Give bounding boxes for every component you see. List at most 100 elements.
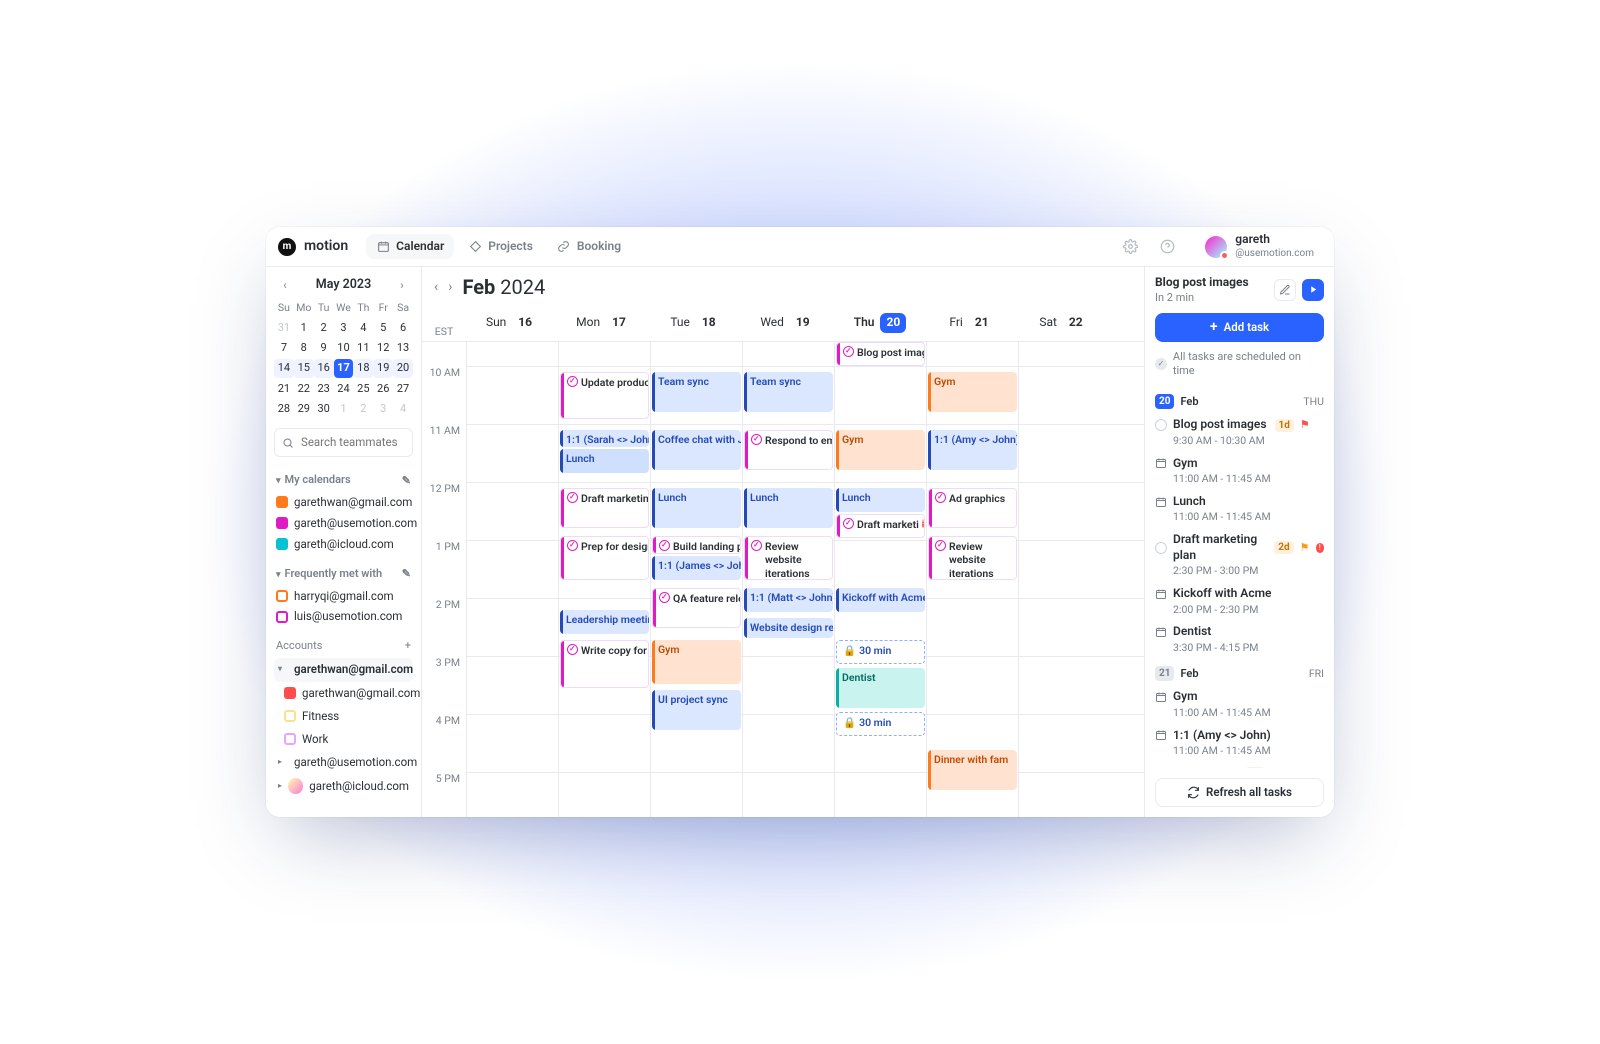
day-column[interactable]: Gym1:1 (Amy <> John)Ad graphicsReview we… [926, 342, 1018, 817]
mini-day[interactable]: 25 [353, 380, 373, 398]
agenda-event[interactable]: Gym11:00 AM - 11:45 AM [1151, 452, 1328, 490]
day-column[interactable]: Team sync Respond to em Lunch Review websit… [742, 342, 834, 817]
calendar-event[interactable]: Gym [652, 640, 741, 684]
mini-day[interactable]: 24 [334, 380, 354, 398]
calendar-event[interactable]: 1:1 (Amy <> John) [928, 430, 1017, 470]
calendar-event[interactable]: Team sync [744, 372, 833, 412]
agenda-event[interactable]: Gym11:00 AM - 11:45 AM [1151, 685, 1328, 723]
calendar-event[interactable]: Leadership meetin [560, 610, 649, 634]
prev-week-button[interactable]: ‹ [434, 278, 438, 296]
agenda-event[interactable]: Dentist3:30 PM - 4:15 PM [1151, 620, 1328, 658]
calendar-event[interactable]: Kickoff with Acme [836, 588, 925, 612]
calendar-event[interactable]: 1:1 (Sarah <> John [560, 430, 649, 447]
frequent-contact-row[interactable]: harryqi@gmail.com [274, 586, 413, 607]
calendar-event[interactable]: Lunch [836, 488, 925, 512]
calendar-event[interactable]: 🔒30 min [836, 640, 925, 664]
refresh-all-tasks-button[interactable]: Refresh all tasks [1155, 778, 1324, 807]
add-task-button[interactable]: + Add task [1155, 313, 1324, 342]
mini-day[interactable]: 8 [294, 339, 314, 357]
mini-day[interactable]: 31 [274, 319, 294, 337]
agenda-event[interactable]: Lunch11:00 AM - 11:45 AM [1151, 490, 1328, 528]
calendar-event[interactable]: Gym [836, 430, 925, 470]
edit-current-task-button[interactable] [1274, 279, 1296, 301]
task-event[interactable]: Build landing p [652, 536, 741, 554]
mini-day[interactable]: 18 [353, 359, 373, 377]
mini-day[interactable]: 3 [334, 319, 354, 337]
mini-day[interactable]: 15 [294, 359, 314, 377]
search-input[interactable] [274, 428, 413, 457]
mini-day[interactable]: 2 [353, 400, 373, 418]
day-column[interactable]: Blog post imagGymLunchDraft marketiKicko… [834, 342, 926, 817]
mini-day[interactable]: 26 [373, 380, 393, 398]
calendar-event[interactable]: Lunch [744, 488, 833, 528]
calendar-event[interactable]: Coffee chat with J [652, 430, 741, 470]
mini-day[interactable]: 13 [393, 339, 413, 357]
calendar-event[interactable]: Website design rev [744, 618, 833, 638]
account-row[interactable]: Work [274, 728, 413, 751]
account-row[interactable]: ▾garethwan@gmail.com [274, 658, 413, 682]
mini-day[interactable]: 20 [393, 359, 413, 377]
user-menu[interactable]: gareth @usemotion.com [1197, 229, 1322, 263]
next-week-button[interactable]: › [448, 278, 452, 296]
mini-day[interactable]: 22 [294, 380, 314, 398]
mini-day[interactable]: 6 [393, 319, 413, 337]
calendar-event[interactable]: Lunch [560, 449, 649, 473]
mini-day[interactable]: 16 [314, 359, 334, 377]
account-row[interactable]: Fitness [274, 705, 413, 728]
agenda-event[interactable]: Kickoff with Acme2:00 PM - 2:30 PM [1151, 582, 1328, 620]
calendar-event[interactable]: UI project sync [652, 690, 741, 730]
mini-day[interactable]: 21 [274, 380, 294, 398]
calendar-event[interactable]: 1:1 (James <> Joh [652, 556, 741, 580]
mini-day[interactable]: 30 [314, 400, 334, 418]
calendar-row[interactable]: gareth@usemotion.com [274, 513, 413, 534]
day-column[interactable]: Update produc 1:1 (Sarah <> John Lunch Draf… [558, 342, 650, 817]
task-event[interactable]: Blog post imag [836, 342, 925, 366]
mini-day[interactable]: 17 [334, 359, 354, 377]
account-row[interactable]: ▸gareth@usemotion.com [274, 750, 413, 774]
mini-day[interactable]: 14 [274, 359, 294, 377]
agenda-task[interactable]: Blog post images1d⚑9:30 AM - 10:30 AM [1151, 413, 1328, 451]
mini-day[interactable]: 9 [314, 339, 334, 357]
mini-day[interactable]: 1 [294, 319, 314, 337]
task-event[interactable]: Respond to em [744, 430, 833, 470]
mini-day[interactable]: 11 [353, 339, 373, 357]
calendar-row[interactable]: gareth@icloud.com [274, 534, 413, 555]
calendar-event[interactable]: Lunch [652, 488, 741, 528]
settings-icon[interactable] [1123, 239, 1138, 254]
agenda-task[interactable]: Draft marketing plan2d⚑2:30 PM - 3:00 PM [1151, 528, 1328, 582]
mini-day[interactable]: 10 [334, 339, 354, 357]
day-column[interactable]: Team sync Coffee chat with J Lunch Build la… [650, 342, 742, 817]
tab-projects[interactable]: Projects [458, 234, 543, 260]
calendar-event[interactable]: 1:1 (Matt <> John) [744, 588, 833, 612]
day-column[interactable] [466, 342, 558, 817]
mini-day[interactable]: 29 [294, 400, 314, 418]
add-account-button[interactable]: + [405, 639, 411, 653]
tab-booking[interactable]: Booking [547, 234, 631, 260]
help-icon[interactable] [1160, 239, 1175, 254]
tab-calendar[interactable]: Calendar [366, 234, 454, 260]
next-month-button[interactable]: › [393, 278, 411, 293]
task-event[interactable]: Write copy for a [560, 640, 649, 688]
task-event[interactable]: Review website iterations [744, 536, 833, 580]
day-column[interactable] [1018, 342, 1110, 817]
edit-frequent-icon[interactable]: ✎ [402, 567, 411, 581]
edit-calendars-icon[interactable]: ✎ [402, 474, 411, 488]
task-event[interactable]: Draft marketing [560, 488, 649, 528]
calendar-event[interactable]: Team sync [652, 372, 741, 412]
calendar-row[interactable]: garethwan@gmail.com [274, 492, 413, 513]
task-event[interactable]: Update produc [560, 372, 649, 419]
calendar-event[interactable]: Dentist [836, 668, 925, 708]
calendar-event[interactable]: Gym [928, 372, 1017, 412]
task-event[interactable]: QA feature rele [652, 588, 741, 628]
mini-day[interactable]: 4 [353, 319, 373, 337]
calendar-event[interactable]: 🔒30 min [836, 712, 925, 736]
task-event[interactable]: Ad graphics [928, 488, 1017, 528]
mini-day[interactable]: 4 [393, 400, 413, 418]
mini-day[interactable]: 19 [373, 359, 393, 377]
mini-day[interactable]: 27 [393, 380, 413, 398]
mini-day[interactable]: 1 [334, 400, 354, 418]
mini-day[interactable]: 5 [373, 319, 393, 337]
agenda-event[interactable]: 1:1 (Amy <> John)11:00 AM - 11:45 AM [1151, 724, 1328, 762]
mini-day[interactable]: 7 [274, 339, 294, 357]
frequent-contact-row[interactable]: luis@usemotion.com [274, 606, 413, 627]
